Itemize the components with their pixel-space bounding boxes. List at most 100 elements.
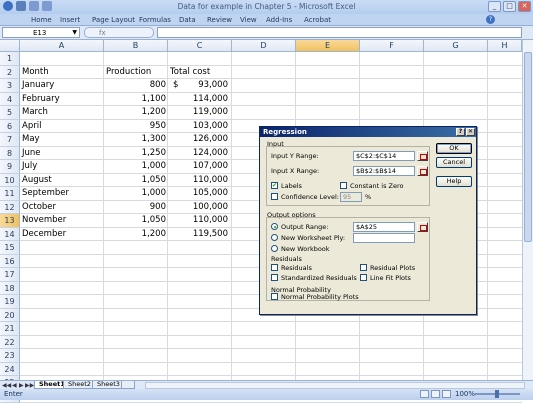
production-cell[interactable]: 1,250 xyxy=(104,147,166,160)
month-cell[interactable]: June xyxy=(22,147,41,160)
row-header-10[interactable]: 10 xyxy=(0,174,20,188)
new-worksheet-ply-radio[interactable] xyxy=(271,234,278,241)
tab-review[interactable]: Review xyxy=(207,16,232,24)
month-cell[interactable]: October xyxy=(22,201,56,214)
production-cell[interactable]: 1,200 xyxy=(104,106,166,119)
month-cell[interactable]: April xyxy=(22,120,41,133)
column-header-b[interactable]: B xyxy=(104,40,168,52)
sheet-tab-sheet3[interactable]: Sheet3 xyxy=(92,381,125,389)
output-range-radio[interactable] xyxy=(271,223,278,230)
production-cell[interactable]: 1,050 xyxy=(104,174,166,187)
new-worksheet-ply-field[interactable] xyxy=(353,233,415,243)
production-cell[interactable]: 950 xyxy=(104,120,166,133)
production-cell[interactable]: 1,300 xyxy=(104,133,166,146)
total-cost-cell[interactable]: 119,000 xyxy=(168,106,228,119)
total-cost-cell[interactable]: 93,000 xyxy=(168,79,228,92)
month-cell[interactable]: July xyxy=(22,160,37,173)
residual-plots-checkbox[interactable] xyxy=(360,264,367,271)
chevron-down-icon[interactable]: ▼ xyxy=(72,28,77,38)
total-cost-cell[interactable]: 119,500 xyxy=(168,228,228,241)
month-cell[interactable]: November xyxy=(22,214,66,227)
input-x-collapse-icon[interactable] xyxy=(417,166,428,176)
insert-sheet-button[interactable] xyxy=(121,381,135,389)
input-y-range-field[interactable]: $C$2:$C$14 xyxy=(353,151,415,161)
row-header-3[interactable]: 3 xyxy=(0,79,20,93)
minimize-button[interactable]: _ xyxy=(488,1,501,12)
row-header-7[interactable]: 7 xyxy=(0,133,20,147)
row-header-4[interactable]: 4 xyxy=(0,93,20,107)
row-header-9[interactable]: 9 xyxy=(0,160,20,174)
header-production-cell[interactable]: Production xyxy=(106,66,151,79)
row-header-24[interactable]: 24 xyxy=(0,363,20,377)
row-header-1[interactable]: 1 xyxy=(0,52,20,66)
row-header-19[interactable]: 19 xyxy=(0,295,20,309)
row-header-2[interactable]: 2 xyxy=(0,66,20,80)
row-header-18[interactable]: 18 xyxy=(0,282,20,296)
help-button[interactable]: Help xyxy=(436,176,472,187)
row-header-16[interactable]: 16 xyxy=(0,255,20,269)
column-header-g[interactable]: G xyxy=(424,40,488,52)
row-header-12[interactable]: 12 xyxy=(0,201,20,215)
row-header-23[interactable]: 23 xyxy=(0,349,20,363)
page-break-view-icon[interactable] xyxy=(442,390,451,398)
close-button[interactable]: ✕ xyxy=(518,1,531,12)
total-cost-cell[interactable]: 100,000 xyxy=(168,201,228,214)
scroll-thumb[interactable] xyxy=(524,52,532,242)
name-box[interactable]: E13 ▼ xyxy=(2,27,80,38)
confidence-level-field[interactable]: 95 xyxy=(340,192,362,202)
total-cost-cell[interactable]: 124,000 xyxy=(168,147,228,160)
input-y-collapse-icon[interactable] xyxy=(417,151,428,161)
zoom-slider-knob[interactable] xyxy=(495,390,499,398)
column-header-a[interactable]: A xyxy=(20,40,104,52)
formula-input[interactable] xyxy=(157,27,522,38)
production-cell[interactable]: 1,200 xyxy=(104,228,166,241)
residuals-checkbox[interactable] xyxy=(271,264,278,271)
new-workbook-radio[interactable] xyxy=(271,245,278,252)
confidence-level-checkbox[interactable] xyxy=(271,193,278,200)
row-header-21[interactable]: 21 xyxy=(0,322,20,336)
row-header-20[interactable]: 20 xyxy=(0,309,20,323)
first-sheet-button[interactable]: ◀◀ xyxy=(2,382,11,389)
column-header-c[interactable]: C xyxy=(168,40,232,52)
dialog-help-button[interactable]: ? xyxy=(456,128,465,136)
next-sheet-button[interactable]: ▶ xyxy=(19,382,24,389)
row-header-14[interactable]: 14 xyxy=(0,228,20,242)
production-cell[interactable]: 900 xyxy=(104,201,166,214)
dialog-close-button[interactable]: ✕ xyxy=(466,128,475,136)
total-cost-cell[interactable]: 110,000 xyxy=(168,174,228,187)
page-layout-view-icon[interactable] xyxy=(431,390,440,398)
month-cell[interactable]: March xyxy=(22,106,48,119)
help-icon[interactable]: ? xyxy=(486,15,495,24)
column-header-f[interactable]: F xyxy=(360,40,424,52)
line-fit-plots-checkbox[interactable] xyxy=(360,274,367,281)
total-cost-cell[interactable]: 126,000 xyxy=(168,133,228,146)
total-cost-cell[interactable]: 107,000 xyxy=(168,160,228,173)
row-header-13[interactable]: 13 xyxy=(0,214,20,228)
tab-page-layout[interactable]: Page Layout xyxy=(92,16,135,24)
total-cost-cell[interactable]: 114,000 xyxy=(168,93,228,106)
tab-data[interactable]: Data xyxy=(179,16,196,24)
row-header-5[interactable]: 5 xyxy=(0,106,20,120)
month-cell[interactable]: September xyxy=(22,187,69,200)
maximize-button[interactable]: □ xyxy=(503,1,516,12)
production-cell[interactable]: 1,000 xyxy=(104,187,166,200)
cancel-button[interactable]: Cancel xyxy=(436,157,472,168)
row-header-11[interactable]: 11 xyxy=(0,187,20,201)
output-range-field[interactable]: $A$25 xyxy=(353,222,415,232)
row-header-22[interactable]: 22 xyxy=(0,336,20,350)
select-all-corner[interactable] xyxy=(0,40,20,52)
vertical-scrollbar[interactable] xyxy=(522,40,533,380)
horizontal-scrollbar[interactable] xyxy=(145,382,525,389)
zoom-level[interactable]: 100% xyxy=(455,390,475,398)
column-header-h[interactable]: H xyxy=(488,40,522,52)
constant-zero-checkbox[interactable] xyxy=(340,182,347,189)
header-month-cell[interactable]: Month xyxy=(22,66,49,79)
row-header-8[interactable]: 8 xyxy=(0,147,20,161)
month-cell[interactable]: August xyxy=(22,174,52,187)
tab-acrobat[interactable]: Acrobat xyxy=(304,16,331,24)
total-cost-cell[interactable]: 110,000 xyxy=(168,214,228,227)
production-cell[interactable]: 1,050 xyxy=(104,214,166,227)
production-cell[interactable]: 800 xyxy=(104,79,166,92)
column-header-e[interactable]: E xyxy=(296,40,360,52)
month-cell[interactable]: February xyxy=(22,93,60,106)
